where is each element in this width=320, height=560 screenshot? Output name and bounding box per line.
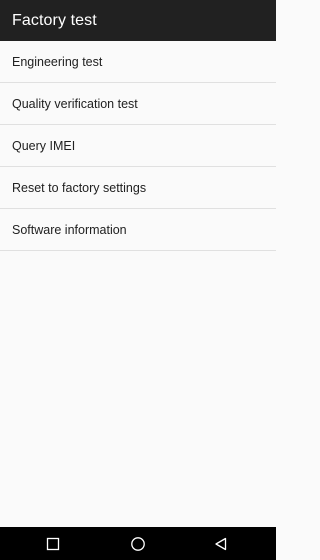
app-bar-title: Factory test (12, 11, 97, 29)
menu-item-label: Engineering test (12, 54, 103, 69)
menu-item-software-information[interactable]: Software information (0, 209, 276, 251)
factory-test-screen: Factory test Engineering test Quality ve… (0, 0, 276, 560)
menu-item-label: Reset to factory settings (12, 180, 147, 195)
menu-item-label: Software information (12, 222, 127, 237)
back-button[interactable] (201, 527, 241, 560)
back-triangle-icon (215, 537, 227, 550)
recents-button[interactable] (33, 527, 73, 560)
home-button[interactable] (118, 527, 158, 560)
menu-item-reset-factory-settings[interactable]: Reset to factory settings (0, 167, 276, 209)
app-bar: Factory test (0, 0, 276, 41)
menu-item-label: Quality verification test (12, 96, 138, 111)
recents-square-icon (46, 537, 60, 550)
menu-item-engineering-test[interactable]: Engineering test (0, 41, 276, 83)
menu-item-label: Query IMEI (12, 138, 76, 153)
menu-item-quality-verification-test[interactable]: Quality verification test (0, 83, 276, 125)
menu-list: Engineering test Quality verification te… (0, 41, 276, 251)
system-navigation-bar (0, 527, 276, 560)
home-circle-icon (131, 536, 145, 551)
menu-item-query-imei[interactable]: Query IMEI (0, 125, 276, 167)
